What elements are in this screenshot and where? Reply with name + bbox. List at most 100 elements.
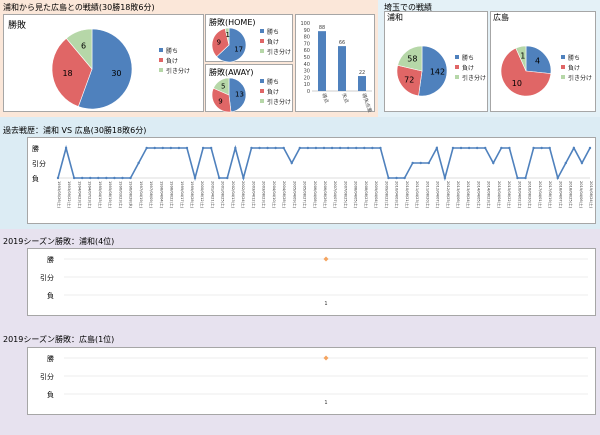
legend-item: 負け — [260, 86, 291, 96]
history-x-tick: 2012/04/07(土) — [436, 181, 441, 209]
legend-item: 勝ち — [260, 76, 291, 86]
history-x-tick: 2013/04/06(土) — [456, 181, 461, 209]
history-point — [226, 176, 229, 180]
bar-y-tick: 100 — [300, 21, 310, 27]
history-point — [363, 146, 366, 150]
season-urawa-title: 2019シーズン勝敗：浦和(4位) — [3, 237, 115, 246]
history-x-tick: 2011/08/20(土) — [425, 181, 430, 209]
history-point — [306, 146, 310, 150]
history-point — [274, 146, 277, 150]
history-point — [492, 161, 495, 165]
history-x-tick: 2009/04/04(土) — [374, 181, 379, 209]
history-point — [475, 146, 479, 150]
history-point — [250, 146, 253, 150]
legend-swatch — [561, 55, 565, 59]
home-pie-legend: 勝ち 負け 引き分け — [260, 26, 291, 56]
history-x-tick: 2018/08/25(土) — [569, 181, 574, 209]
history-x-tick: 2014/04/05(土) — [476, 181, 481, 209]
history-x-tick: 2001/08/25(土) — [221, 181, 226, 209]
legend-item: 勝ち — [455, 52, 486, 62]
history-point — [524, 176, 527, 180]
legend-item: 引き分け — [561, 72, 592, 82]
history-x-tick: 1997/08/09(土) — [149, 181, 154, 209]
history-point — [209, 146, 213, 150]
urawa-pie-legend: 勝ち 負け 引き分け — [455, 52, 486, 82]
legend-swatch — [260, 89, 264, 93]
legend-label: 勝ち — [166, 47, 179, 55]
history-x-tick: 2012/08/25(土) — [446, 181, 451, 209]
history-x-tick: 1993/05/26(土) — [57, 181, 62, 209]
legend-swatch — [260, 99, 264, 103]
history-point — [161, 146, 164, 150]
history-point — [588, 146, 592, 150]
history-point — [379, 146, 382, 150]
pie-value-label: 6 — [81, 41, 86, 50]
pie-value-label: 9 — [218, 98, 222, 106]
history-point — [403, 176, 406, 180]
hiroshima-pie: 4 10 1 — [500, 45, 552, 97]
overall-pie-chart: 勝敗 30 18 6 勝ち 負け 引き分け — [3, 14, 204, 112]
history-point — [532, 146, 535, 150]
legend-label: 負け — [267, 38, 280, 46]
bar-category-label: 失点 — [340, 92, 350, 104]
history-x-tick: 1998/08/22(土) — [170, 181, 175, 209]
legend-item: 引き分け — [260, 46, 291, 56]
history-x-tick: 1993/09/22(土) — [67, 181, 72, 209]
history-x-tick: 2007/08/25(土) — [343, 181, 348, 209]
season-y-label: 引分 — [40, 372, 54, 381]
legend-label: 負け — [462, 64, 475, 72]
bar-y-tick: 80 — [304, 35, 310, 41]
history-point — [580, 161, 584, 165]
history-point — [113, 176, 116, 180]
pie-value-label: 1 — [226, 31, 230, 39]
history-x-tick: 2018/04/07(土) — [558, 181, 563, 209]
pie-value-label: 10 — [512, 79, 522, 88]
history-x-tick: 1995/08/19(土) — [108, 181, 113, 209]
saitama-hiroshima-chart: 広島 4 10 1 勝ち 負け 引き分け — [490, 11, 596, 112]
history-x-tick: 1997/04/19(土) — [139, 181, 144, 209]
history-point — [419, 161, 422, 165]
history-point — [459, 146, 463, 150]
history-point — [484, 146, 487, 150]
legend-swatch — [159, 58, 163, 62]
overall-title: 浦和から見た広島との戦績(30勝18敗6分) — [3, 3, 155, 12]
legend-swatch — [561, 75, 565, 79]
away-pie-chart: 勝敗(AWAY) 13 9 5 勝ち 負け 引き分け — [205, 64, 293, 113]
pie-value-label: 72 — [404, 75, 414, 84]
pie-value-label: 58 — [407, 55, 417, 64]
bar-y-tick: 70 — [304, 41, 310, 47]
history-x-tick: 1998/04/04(土) — [159, 181, 164, 209]
history-x-tick: 2014/08/23(土) — [487, 181, 492, 209]
legend-label: 引き分け — [462, 74, 487, 82]
bar-得点 — [318, 31, 326, 91]
history-x-tick: 2015/08/22(土) — [507, 181, 512, 209]
history-point — [80, 176, 84, 180]
bar-y-tick: 30 — [304, 69, 310, 75]
history-point — [564, 161, 568, 165]
away-pie: 13 9 5 — [211, 77, 247, 113]
legend-item: 負け — [260, 36, 291, 46]
bar-y-tick: 90 — [304, 28, 310, 34]
history-point — [266, 146, 269, 150]
history-x-tick: 1994/07/23(土) — [88, 181, 93, 209]
legend-label: 勝ち — [267, 28, 280, 36]
history-line: 負 引分 勝 1993/05/26(土) 1993/09/22(土) 1994/04/23… — [32, 144, 594, 209]
bar-category-label: 得点 — [320, 92, 330, 104]
history-x-tick: 2017/08/19(土) — [548, 181, 553, 209]
history-x-tick: 2008/04/05(土) — [354, 181, 359, 209]
history-y-label: 勝 — [32, 144, 39, 153]
history-x-tick: 1994/04/23(土) — [77, 181, 82, 209]
bar-y-tick: 10 — [304, 82, 310, 88]
legend-swatch — [455, 55, 459, 59]
bar-y-tick: 50 — [304, 55, 310, 61]
urawa-pie: 142 72 58 — [396, 45, 448, 97]
history-x-tick: 2002/08/24(土) — [241, 181, 246, 209]
goals-bars: 0102030405060708090100 88 得点 66 失点 22 得失点差 — [300, 21, 373, 113]
season-point — [323, 355, 329, 361]
pie-value-label: 5 — [221, 83, 225, 91]
legend-item: 引き分け — [159, 65, 190, 75]
season-x-tick: 1 — [324, 400, 327, 406]
history-y-label: 引分 — [32, 159, 46, 168]
history-point — [330, 146, 334, 150]
history-point — [234, 146, 237, 150]
